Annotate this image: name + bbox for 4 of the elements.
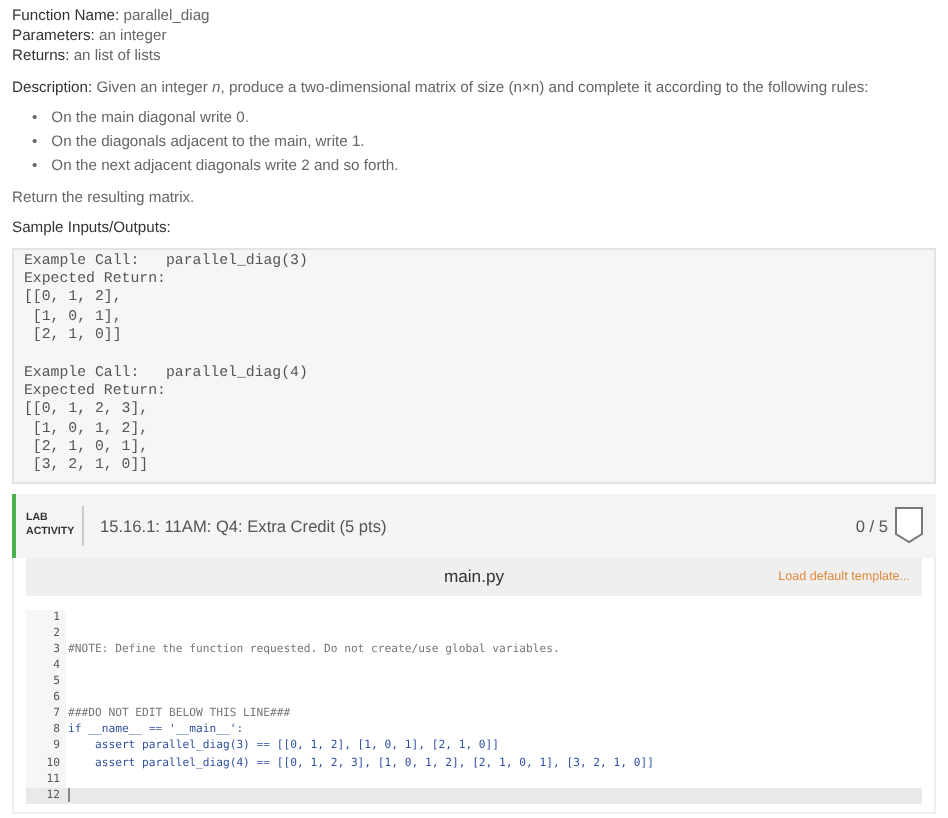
shield-icon [894, 506, 924, 545]
file-name: main.py [443, 566, 505, 587]
activity-title: 15.16.1: 11AM: Q4: Extra Credit (5 pts) [98, 515, 389, 536]
score-text: 0 / 5 [855, 515, 888, 536]
